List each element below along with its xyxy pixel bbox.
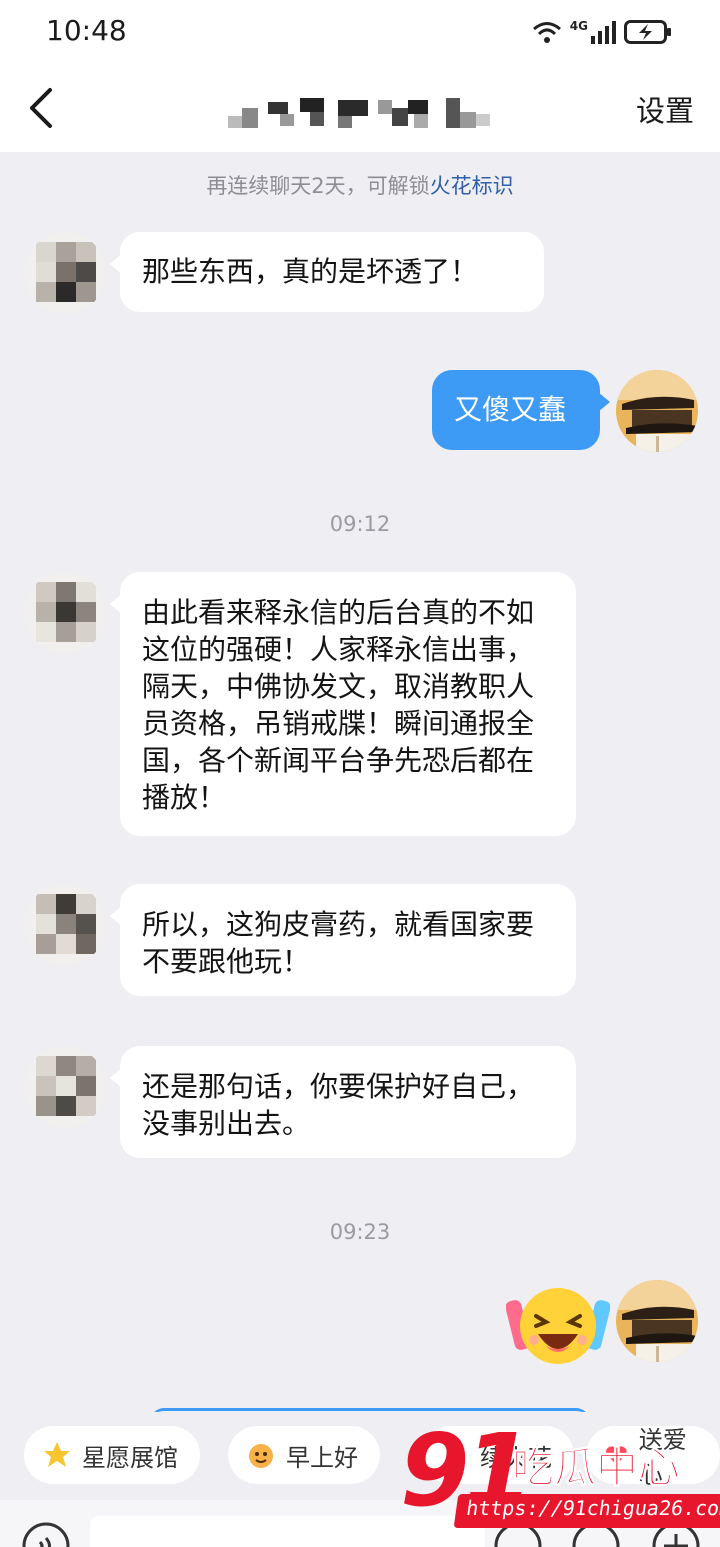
contact-avatar[interactable] <box>24 572 106 654</box>
message-bubble-sent[interactable]: 又傻又蠢 <box>432 370 610 450</box>
chip-label: 早上好 <box>286 1443 358 1472</box>
spark-streak-tip: 再连续聊天2天，可解锁火花标识 <box>0 170 720 200</box>
message-bubble-received[interactable]: 由此看来释永信的后台真的不如这位的强硬！人家释永信出事，隔天，中佛协发文，取消教… <box>110 572 576 836</box>
temple-roof-avatar-icon <box>616 370 698 452</box>
pixelated-avatar-icon <box>24 572 106 654</box>
my-avatar[interactable] <box>616 1280 698 1362</box>
spark-tip-text: 再连续聊天2天，可解锁 <box>206 174 430 198</box>
message-text: 还是那句话，你要保护好自己，没事别出去。 <box>142 1070 535 1140</box>
contact-avatar[interactable] <box>24 232 106 314</box>
watermark-url: https://91chigua26.com <box>453 1494 720 1528</box>
chip-good-morning[interactable]: 早上好 <box>228 1426 380 1484</box>
watermark-brand: 吃瓜中心 <box>511 1443 681 1493</box>
message-text: 由此看来释永信的后台真的不如这位的强硬！人家释永信出事，隔天，中佛协发文，取消教… <box>142 596 535 814</box>
message-text: 所以，这狗皮膏药，就看国家要不要跟他玩！ <box>142 908 535 978</box>
pixelated-avatar-icon <box>24 884 106 966</box>
time-separator: 09:23 <box>329 1220 391 1244</box>
time-separator: 09:12 <box>329 512 391 536</box>
my-avatar[interactable] <box>616 370 698 452</box>
network-type-label: 4G <box>569 19 588 33</box>
contact-avatar[interactable] <box>24 884 106 966</box>
chip-star-wish[interactable]: 星愿展馆 <box>24 1426 200 1484</box>
message-text: 又傻又蠢 <box>454 393 567 426</box>
message-bubble-received[interactable]: 所以，这狗皮膏药，就看国家要不要跟他玩！ <box>110 884 576 996</box>
laughing-cheer-sticker[interactable] <box>506 1280 610 1372</box>
message-bubble-received[interactable]: 还是那句话，你要保护好自己，没事别出去。 <box>110 1046 576 1158</box>
temple-roof-avatar-icon <box>616 1280 698 1362</box>
contact-avatar[interactable] <box>24 1046 106 1128</box>
smiling-face-icon <box>249 1444 273 1468</box>
contact-name-pixelated <box>228 98 490 128</box>
voice-icon[interactable] <box>22 1522 70 1547</box>
status-time: 10:48 <box>46 14 127 47</box>
chat-header: 设置 <box>0 66 720 152</box>
pixelated-avatar-icon <box>24 1046 106 1128</box>
message-text: 那些东西，真的是坏透了！ <box>142 255 479 288</box>
battery-charging-icon <box>624 20 671 44</box>
message-bubble-received[interactable]: 那些东西，真的是坏透了！ <box>110 232 544 312</box>
site-watermark: 91 吃瓜中心 https://91chigua26.com <box>400 1412 720 1536</box>
status-bar: 10:48 4G <box>0 0 720 66</box>
spark-tip-link[interactable]: 火花标识 <box>430 174 514 198</box>
settings-button[interactable]: 设置 <box>636 88 694 130</box>
pixelated-avatar-icon <box>24 232 106 314</box>
star-icon <box>44 1442 70 1467</box>
wifi-icon <box>532 22 561 43</box>
chip-label: 星愿展馆 <box>82 1443 178 1472</box>
status-icons: 4G <box>532 18 672 46</box>
signal-icon <box>591 21 616 44</box>
back-arrow-icon[interactable] <box>24 86 60 130</box>
